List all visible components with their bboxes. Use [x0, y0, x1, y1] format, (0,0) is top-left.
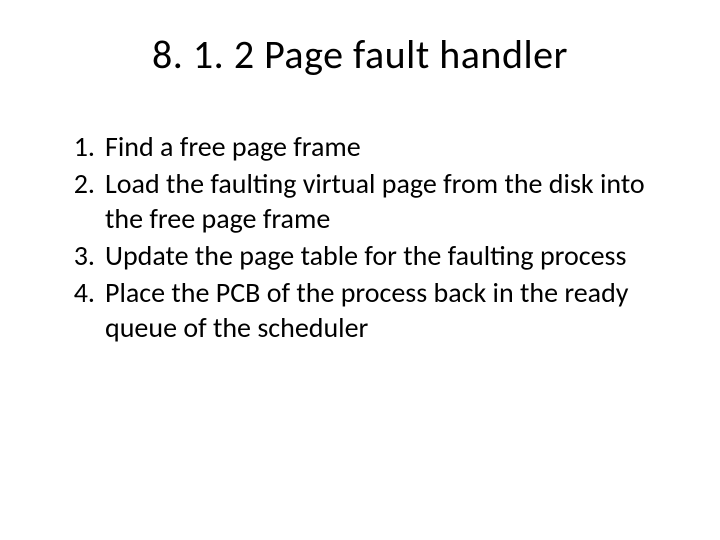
- slide-title: 8. 1. 2 Page fault handler: [40, 30, 680, 79]
- list-item: Find a free page frame: [95, 129, 680, 164]
- list-item: Load the faulting virtual page from the …: [95, 166, 680, 236]
- steps-list: Find a free page frame Load the faulting…: [40, 129, 680, 345]
- list-item: Update the page table for the faulting p…: [95, 238, 680, 273]
- list-item: Place the PCB of the process back in the…: [95, 275, 680, 345]
